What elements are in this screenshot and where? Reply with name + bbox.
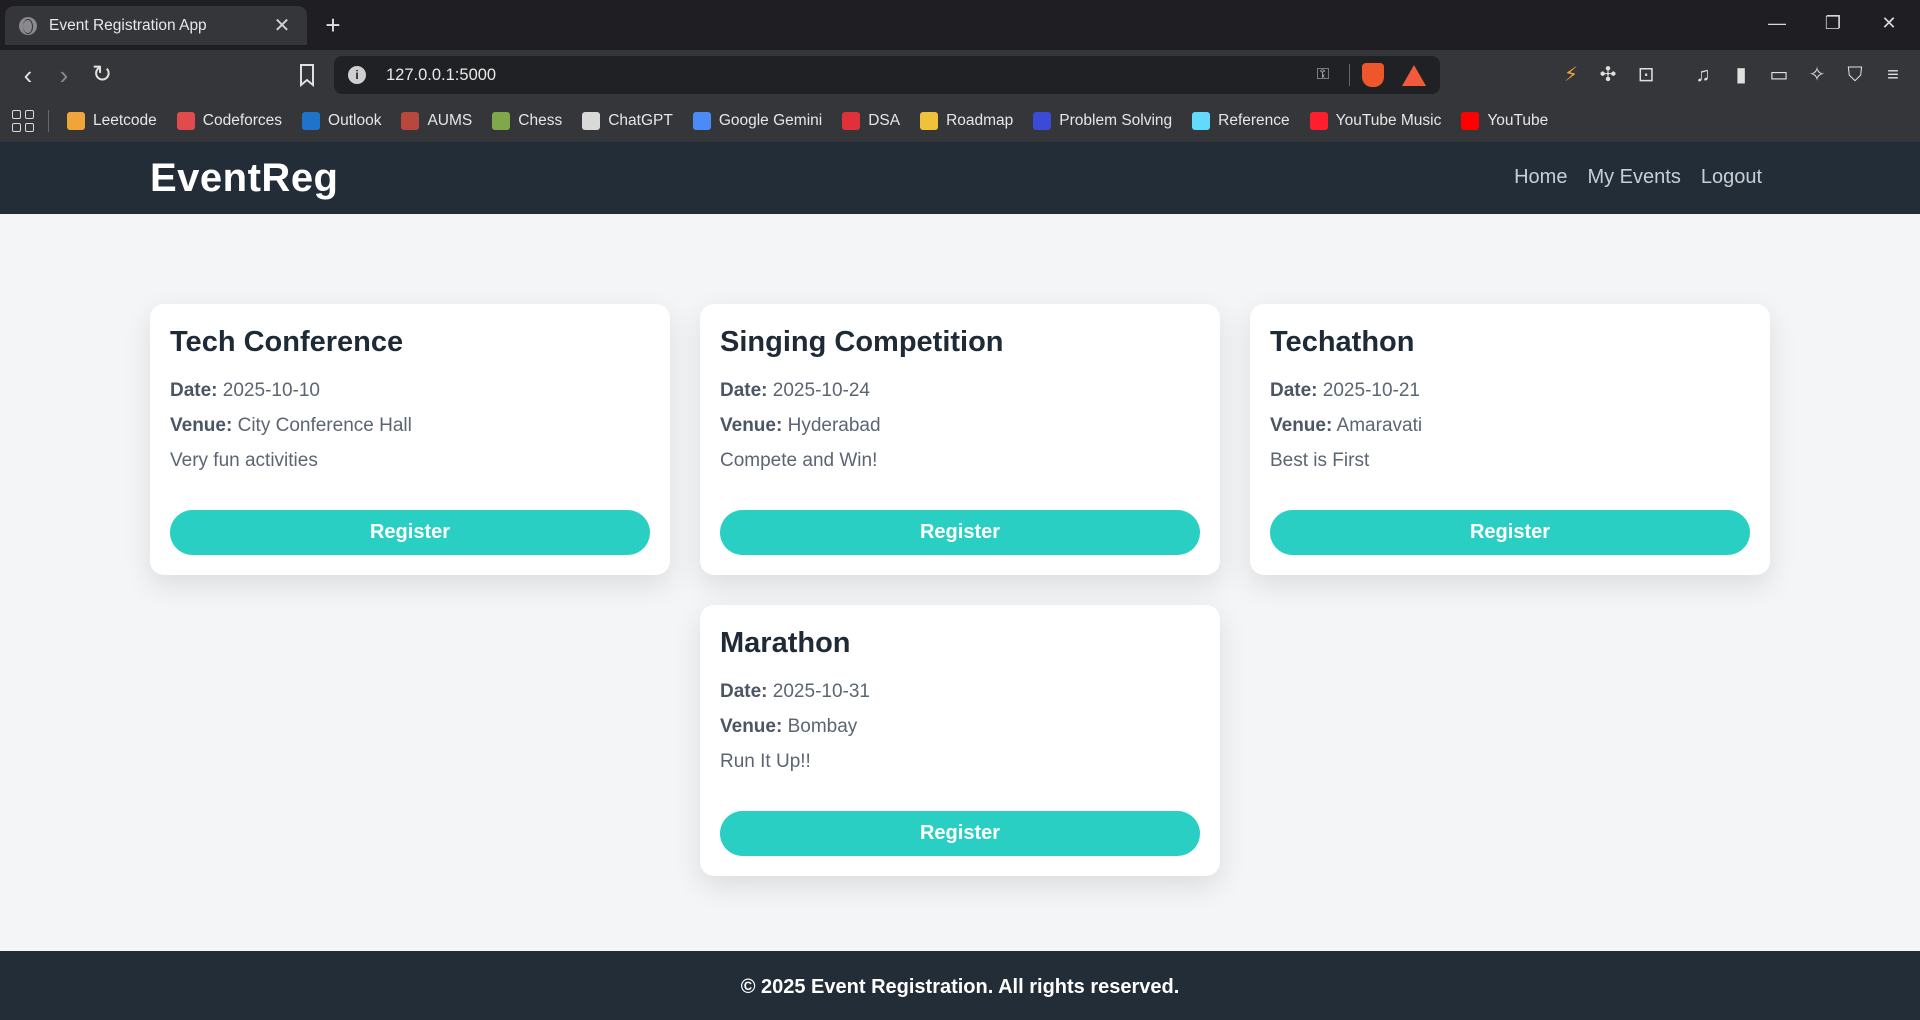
close-tab-icon[interactable]: ✕ [271,13,293,38]
bookmark-codeforces[interactable]: Codeforces [176,112,282,130]
react-icon [1192,112,1211,130]
event-venue: Venue: Hyderabad [720,415,881,436]
password-key-icon[interactable]: ⚿ [1311,66,1335,84]
new-tab-button[interactable]: + [320,10,346,40]
brave-shields-icon[interactable] [1362,63,1384,87]
event-date: Date: 2025-10-24 [720,380,870,401]
leetcode-icon [67,112,85,130]
event-description: Run It Up!! [720,751,811,772]
globe-icon [19,16,37,35]
bookmark-chess[interactable]: Chess [492,112,562,130]
event-date: Date: 2025-10-21 [1270,380,1420,401]
bookmark-leetcode[interactable]: Leetcode [67,112,157,130]
event-venue: Venue: Bombay [720,716,858,737]
event-date: Date: 2025-10-10 [170,380,320,401]
nav-logout-link[interactable]: Logout [1701,166,1762,189]
browser-tab[interactable]: Event Registration App ✕ [5,6,307,45]
youtube-music-icon [1309,112,1328,130]
bookmark-page-icon[interactable] [295,62,319,88]
outlook-icon [302,112,321,130]
bookmark-chatgpt[interactable]: ChatGPT [582,112,673,130]
brand-logo[interactable]: EventReg [150,156,339,201]
youtube-icon [1461,112,1480,130]
bookmark-aums[interactable]: AUMS [401,112,472,130]
extensions-icon[interactable]: ✣ [1595,62,1621,88]
browser-tabstrip: Event Registration App ✕ + — ❐ ✕ [0,0,1920,50]
register-button[interactable]: Register [170,510,650,555]
dsa-icon [842,112,861,130]
event-card: Tech Conference Date: 2025-10-10 Venue: … [150,304,670,575]
chess-pawn-icon [492,112,511,130]
chatgpt-icon [582,112,601,130]
event-date: Date: 2025-10-31 [720,681,870,702]
site-footer: © 2025 Event Registration. All rights re… [0,951,1920,1020]
event-card: Techathon Date: 2025-10-21 Venue: Amarav… [1250,304,1770,575]
event-description: Best is First [1270,450,1370,471]
tab-title: Event Registration App [49,16,207,34]
nav-home-link[interactable]: Home [1514,166,1567,189]
event-card: Marathon Date: 2025-10-31 Venue: Bombay … [700,605,1220,876]
event-venue: Venue: City Conference Hall [170,415,412,436]
nav-my-events-link[interactable]: My Events [1587,166,1680,189]
forward-button[interactable]: › [48,60,80,90]
event-title: Singing Competition [720,326,1004,358]
event-card: Singing Competition Date: 2025-10-24 Ven… [700,304,1220,575]
site-header: EventReg Home My Events Logout [0,142,1920,214]
site-info-icon[interactable]: i [348,66,366,84]
back-button[interactable]: ‹ [12,60,44,90]
gemini-icon [692,112,711,130]
urlbar-divider [1349,64,1350,86]
bookmark-dsa[interactable]: DSA [842,112,900,130]
rocket-icon [920,112,939,130]
events-grid: Tech Conference Date: 2025-10-10 Venue: … [0,214,1920,951]
codeforces-icon [176,112,195,130]
register-button[interactable]: Register [1270,510,1750,555]
vpn-shield-icon[interactable]: ⛉ [1842,62,1868,88]
register-button[interactable]: Register [720,811,1200,856]
apps-grid-icon[interactable] [12,110,34,132]
ai-sparkle-icon[interactable]: ✧ [1804,62,1830,88]
bookmarks-divider [48,110,49,132]
bookmark-roadmap[interactable]: Roadmap [920,112,1013,130]
bookmark-reference[interactable]: Reference [1192,112,1290,130]
brave-rewards-icon[interactable] [1402,64,1426,86]
bookmark-google-gemini[interactable]: Google Gemini [692,112,822,130]
event-title: Marathon [720,627,851,659]
bookmark-problem-solving[interactable]: Problem Solving [1033,112,1172,130]
bookmark-youtube[interactable]: YouTube [1461,112,1548,130]
event-title: Tech Conference [170,326,404,358]
close-window-button[interactable]: ✕ [1867,8,1911,38]
leo-icon[interactable]: ⚡ [1558,62,1584,88]
menu-icon[interactable]: ≡ [1880,62,1906,88]
page-search-icon[interactable]: ⊡ [1633,62,1659,88]
event-title: Techathon [1270,326,1415,358]
problem-solving-icon [1033,112,1052,130]
event-venue: Venue: Amaravati [1270,415,1423,436]
bookmark-youtube-music[interactable]: YouTube Music [1309,112,1441,130]
event-description: Very fun activities [170,450,318,471]
media-music-icon[interactable]: ♫ [1690,62,1716,88]
bookmarks-bar: Leetcode Codeforces Outlook AUMS Chess C… [0,100,1920,142]
sidebar-icon[interactable]: ▮ [1728,62,1754,88]
restore-button[interactable]: ❐ [1811,8,1855,38]
address-bar[interactable]: i 127.0.0.1:5000 ⚿ [334,56,1440,94]
aums-icon [401,112,420,130]
bookmark-outlook[interactable]: Outlook [302,112,381,130]
register-button[interactable]: Register [720,510,1200,555]
browser-toolbar: ‹ › ↻ i 127.0.0.1:5000 ⚿ ⚡ ✣ ⊡ ♫ ▮ ▭ ✧ ⛉… [0,50,1920,100]
wallet-icon[interactable]: ▭ [1766,62,1792,88]
url-text: 127.0.0.1:5000 [386,65,497,84]
event-description: Compete and Win! [720,450,878,471]
reload-button[interactable]: ↻ [86,60,118,90]
main-nav: Home My Events Logout [1514,166,1762,189]
minimize-button[interactable]: — [1755,8,1799,38]
